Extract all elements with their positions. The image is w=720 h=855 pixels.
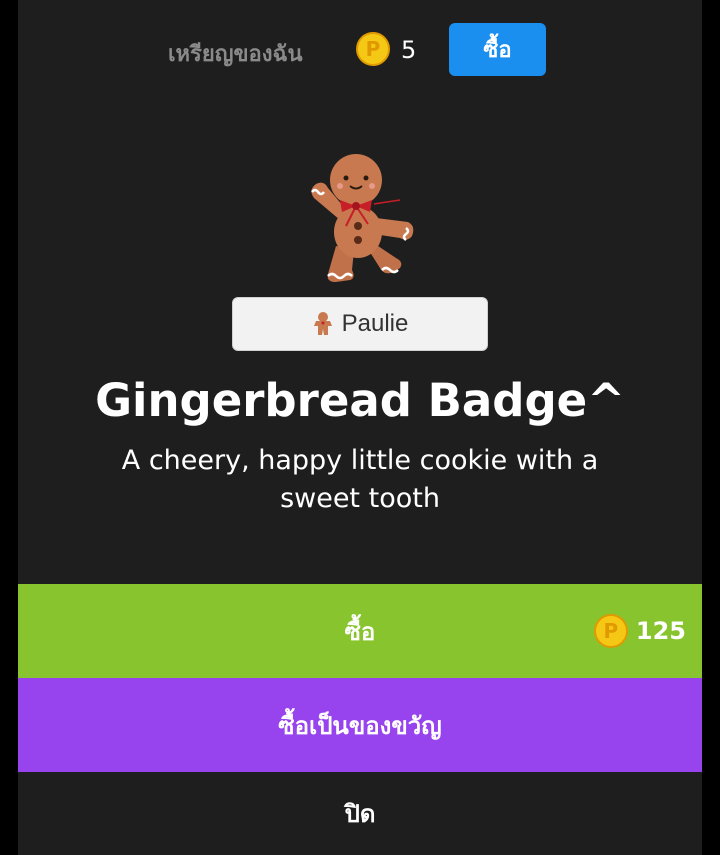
item-description: A cheery, happy little cookie with a swe… xyxy=(121,445,599,514)
buy-item-button[interactable]: ซื้อ P 125 xyxy=(18,584,702,678)
gingerbread-man-icon xyxy=(311,154,414,282)
store-item-panel: เหรียญของฉัน P 5 ซื้อ Paulie Gingerbread… xyxy=(18,0,702,855)
item-title: Gingerbread Badge^ xyxy=(95,374,625,427)
buy-coins-button[interactable]: ซื้อ xyxy=(449,23,546,76)
buy-item-label: ซื้อ xyxy=(344,617,376,646)
owner-name-tag: Paulie xyxy=(232,297,488,351)
price-coin-icon: P xyxy=(593,614,628,648)
coin-balance-label: เหรียญของฉัน xyxy=(168,42,303,67)
item-price: P 125 xyxy=(593,614,686,648)
buy-as-gift-button[interactable]: ซื้อเป็นของขวัญ xyxy=(18,678,702,772)
close-button[interactable]: ปิด xyxy=(18,772,702,855)
item-price-value: 125 xyxy=(635,617,686,645)
coin-icon: P xyxy=(356,32,390,66)
gingerbread-small-icon xyxy=(313,312,332,335)
owner-name: Paulie xyxy=(341,310,409,337)
coin-balance-bar: เหรียญของฉัน P 5 ซื้อ xyxy=(18,22,702,76)
coin-balance-count: 5 xyxy=(401,36,417,64)
